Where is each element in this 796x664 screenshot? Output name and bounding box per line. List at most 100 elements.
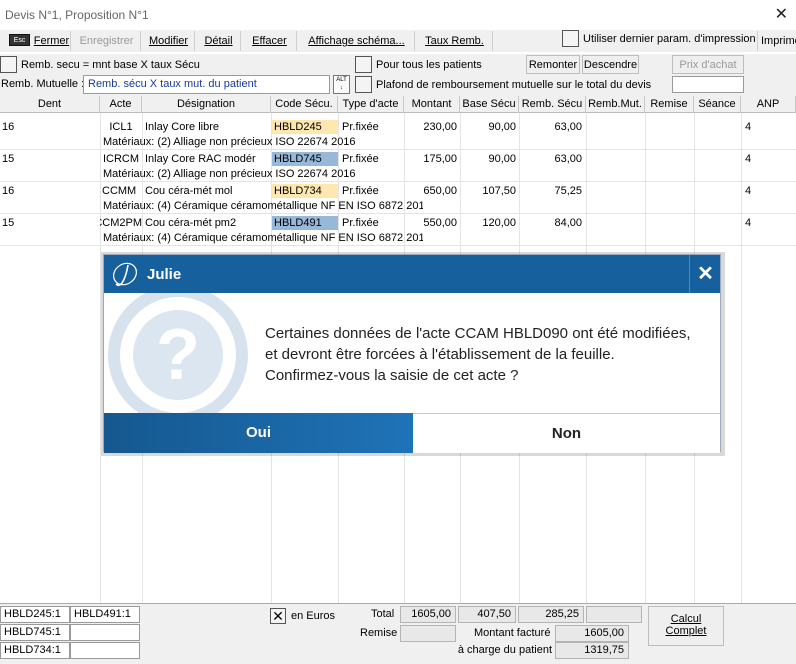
materiaux-cell: Matériaux: (2) Alliage non précieux ISO … xyxy=(103,136,356,148)
dent-cell: 16 xyxy=(2,185,15,197)
designation-cell: Inlay Core libre xyxy=(145,121,219,133)
effacer-label: Effacer xyxy=(252,35,287,47)
en-euros-checkbox[interactable]: ✕ xyxy=(270,608,286,624)
acte-cell: CCM2PM xyxy=(100,217,142,229)
imprimer-label: Imprime xyxy=(761,35,796,47)
dent-cell: 15 xyxy=(2,153,15,165)
materiaux-cell: Matériaux: (4) Céramique céramométalliqu… xyxy=(103,200,423,212)
total-base-value: 407,50 xyxy=(458,606,516,623)
remb-secu-cell: 63,00 xyxy=(554,153,582,165)
alt-label: ALT xyxy=(336,77,347,83)
remb-mutuelle-label: Remb. Mutuelle : xyxy=(1,78,85,90)
type-acte-cell: Pr.fixée xyxy=(342,153,379,165)
montant-facture-value: 1605,00 xyxy=(555,625,629,642)
acte-cell: CCMM xyxy=(102,185,137,197)
seance-cell: 4 xyxy=(745,121,752,133)
remb-secu-checkbox[interactable] xyxy=(0,56,17,73)
montant-cell: 175,00 xyxy=(423,153,457,165)
fermer-label: Fermer xyxy=(33,35,70,47)
dialog-message-line: et devront être forcées à l'établissemen… xyxy=(265,346,615,363)
col-anp[interactable]: ANP xyxy=(741,96,796,113)
col-code-secu[interactable]: Code Sécu. xyxy=(271,96,338,113)
window-titlebar: Devis N°1, Proposition N°1 ✕ xyxy=(0,0,796,30)
detail-label: Détail xyxy=(204,35,233,47)
affichage-schema-button[interactable]: Affichage schéma... xyxy=(299,31,415,51)
col-type-acte[interactable]: Type d'acte xyxy=(338,96,404,113)
code-count-field[interactable]: HBLD734:1 xyxy=(0,642,70,659)
code-secu-cell: HBLD491 xyxy=(272,216,338,230)
code-count-field[interactable] xyxy=(70,624,140,641)
plafond-checkbox[interactable] xyxy=(355,76,372,93)
table-row[interactable]: 16 ICL1 Inlay Core libre HBLD245 Pr.fixé… xyxy=(0,117,796,149)
col-remb-secu[interactable]: Remb. Sécu xyxy=(519,96,586,113)
prix-achat-button[interactable]: Prix d'achat xyxy=(672,55,744,74)
montant-cell: 650,00 xyxy=(423,185,457,197)
taux-remb-button[interactable]: Taux Remb. xyxy=(417,31,493,51)
alt-arrow-icon: ↓ xyxy=(340,85,343,91)
question-mark-icon: ? xyxy=(98,293,258,413)
fermer-button[interactable]: Fermer xyxy=(33,31,71,51)
type-acte-cell: Pr.fixée xyxy=(342,185,379,197)
col-dent[interactable]: Dent xyxy=(0,96,100,113)
remonter-button[interactable]: Remonter xyxy=(526,55,580,74)
en-euros-label: en Euros xyxy=(291,610,336,622)
base-secu-cell: 90,00 xyxy=(488,153,516,165)
modifier-button[interactable]: Modifier xyxy=(143,31,195,51)
materiaux-cell: Matériaux: (4) Céramique céramométalliqu… xyxy=(103,232,423,244)
montant-cell: 550,00 xyxy=(423,217,457,229)
alt-button[interactable]: ALT ↓ xyxy=(333,75,350,94)
code-count-field[interactable] xyxy=(70,642,140,659)
col-remise[interactable]: Remise xyxy=(645,96,694,113)
print-param-checkbox[interactable] xyxy=(562,30,579,47)
col-seance[interactable]: Séance xyxy=(694,96,741,113)
enregistrer-label: Enregistrer xyxy=(79,35,134,47)
window-close-icon[interactable]: ✕ xyxy=(775,4,788,24)
row-divider xyxy=(0,245,796,246)
esc-key-icon[interactable]: Esc xyxy=(9,34,30,46)
dialog-close-icon[interactable]: ✕ xyxy=(689,255,721,293)
oui-button[interactable]: Oui xyxy=(104,413,413,453)
julie-logo-icon xyxy=(110,260,140,290)
acte-cell: ICRCM xyxy=(102,153,140,165)
calcul-complet-button[interactable]: Calcul Complet xyxy=(648,606,724,646)
charge-patient-label: à charge du patient xyxy=(458,644,552,656)
prix-achat-field[interactable] xyxy=(672,76,744,93)
col-designation[interactable]: Désignation xyxy=(142,96,271,113)
col-acte[interactable]: Acte xyxy=(100,96,142,113)
total-montant-value: 1605,00 xyxy=(400,606,456,623)
code-secu-cell: HBLD745 xyxy=(272,152,338,166)
remb-mutuelle-field[interactable]: Remb. sécu X taux mut. du patient xyxy=(83,75,330,94)
base-secu-cell: 90,00 xyxy=(488,121,516,133)
col-base-secu[interactable]: Base Sécu xyxy=(460,96,519,113)
code-count-field[interactable]: HBLD245:1 xyxy=(0,606,70,623)
col-remb-mut[interactable]: Remb.Mut. xyxy=(586,96,645,113)
code-count-field[interactable]: HBLD491:1 xyxy=(70,606,140,623)
affichage-schema-label: Affichage schéma... xyxy=(308,35,405,47)
enregistrer-button[interactable]: Enregistrer xyxy=(73,31,141,51)
designation-cell: Cou céra-mét mol xyxy=(145,185,233,197)
table-row[interactable]: 16 CCMM Cou céra-mét mol HBLD734 Pr.fixé… xyxy=(0,181,796,213)
base-secu-cell: 107,50 xyxy=(482,185,516,197)
table-row[interactable]: 15 CCM2PM Cou céra-mét pm2 HBLD491 Pr.fi… xyxy=(0,213,796,245)
imprimer-button[interactable]: Imprime xyxy=(757,31,796,51)
seance-cell: 4 xyxy=(745,153,752,165)
effacer-button[interactable]: Effacer xyxy=(243,31,297,51)
type-acte-cell: Pr.fixée xyxy=(342,217,379,229)
col-montant[interactable]: Montant xyxy=(404,96,460,113)
tous-patients-checkbox[interactable] xyxy=(355,56,372,73)
code-count-field[interactable]: HBLD745:1 xyxy=(0,624,70,641)
remb-secu-cell: 63,00 xyxy=(554,121,582,133)
options-row-1: Remb. secu = mnt base X taux Sécu Pour t… xyxy=(0,54,796,76)
remise-value xyxy=(400,625,456,642)
montant-facture-label: Montant facturé xyxy=(474,627,551,639)
detail-button[interactable]: Détail xyxy=(197,31,241,51)
dent-cell: 15 xyxy=(2,217,15,229)
dialog-message-line: Certaines données de l'acte CCAM HBLD090… xyxy=(265,325,691,342)
table-row[interactable]: 15 ICRCM Inlay Core RAC modér HBLD745 Pr… xyxy=(0,149,796,181)
descendre-button[interactable]: Descendre xyxy=(582,55,639,74)
seance-cell: 4 xyxy=(745,217,752,229)
non-button[interactable]: Non xyxy=(413,413,720,453)
plafond-label: Plafond de remboursement mutuelle sur le… xyxy=(376,79,652,91)
seance-cell: 4 xyxy=(745,185,752,197)
tous-patients-label: Pour tous les patients xyxy=(376,59,482,71)
